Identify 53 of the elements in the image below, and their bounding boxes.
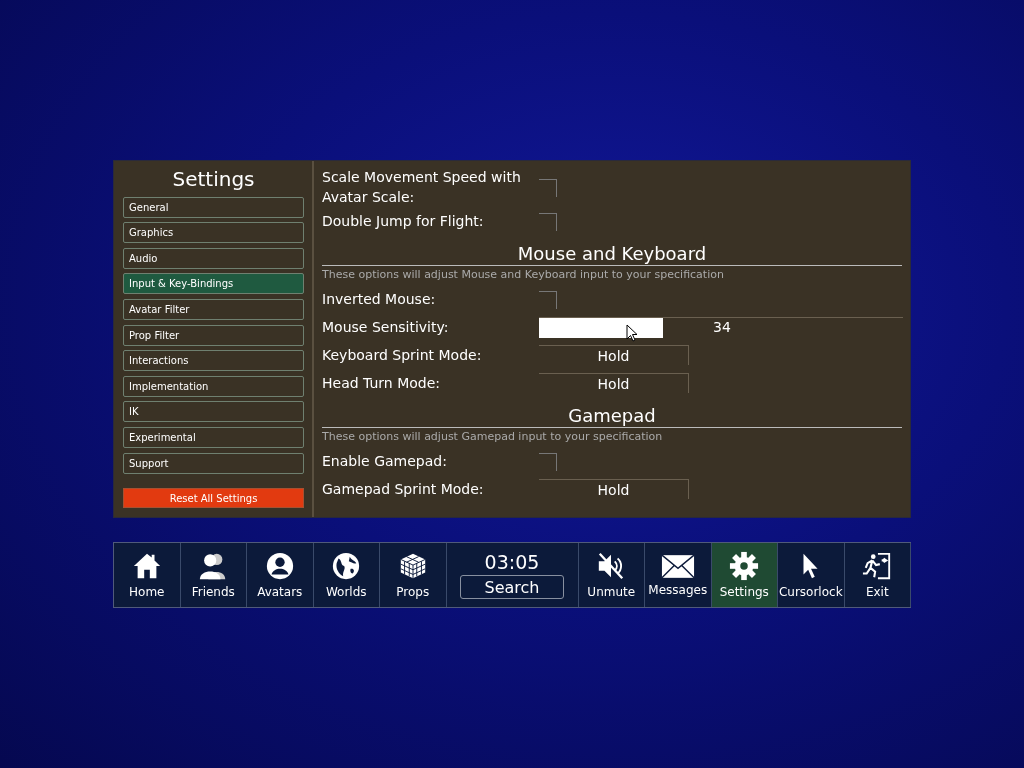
exit-icon <box>862 551 893 581</box>
setting-label: Gamepad Sprint Mode: <box>322 480 485 499</box>
sidebar-item[interactable]: Audio <box>123 247 304 269</box>
sidebar-item[interactable]: Graphics <box>123 222 304 244</box>
dock-button[interactable]: Exit <box>844 543 911 607</box>
sidebar-item[interactable]: Implementation <box>123 375 304 397</box>
section-description: These options will adjust Mouse and Keyboard input to your specification <box>322 268 725 281</box>
checkbox[interactable] <box>539 213 557 231</box>
sidebar-item[interactable]: IK <box>123 401 304 423</box>
dock-button[interactable]: Unmute <box>578 543 645 607</box>
mouse-pointer-icon <box>626 324 639 342</box>
sidebar-item[interactable]: General <box>123 196 304 218</box>
dock-button[interactable]: Settings <box>711 543 778 607</box>
sidebar-title: Settings <box>171 167 256 191</box>
dock-button[interactable]: Cursorlock <box>778 543 845 607</box>
setting-label: Head Turn Mode: <box>322 374 442 393</box>
setting-label: Scale Movement Speed with Avatar Scale: <box>322 168 522 207</box>
sidebar-item[interactable]: Avatar Filter <box>123 298 304 320</box>
dropdown[interactable]: Hold <box>539 479 689 499</box>
dock-button[interactable]: Home <box>114 543 181 607</box>
dock-button[interactable]: Worlds <box>313 543 380 607</box>
checkbox[interactable] <box>539 291 557 309</box>
sidebar-item[interactable]: Input & Key-Bindings <box>123 273 304 295</box>
sidebar-item[interactable]: Prop Filter <box>123 324 304 346</box>
setting-label: Mouse Sensitivity: <box>322 318 450 337</box>
user-icon <box>264 551 295 581</box>
dropdown[interactable]: Hold <box>539 373 689 393</box>
setting-label: Keyboard Sprint Mode: <box>322 346 483 365</box>
dock-button[interactable]: Messages <box>645 543 712 607</box>
dropdown[interactable]: Hold <box>539 345 689 365</box>
checkbox[interactable] <box>539 179 557 197</box>
sidebar-item[interactable]: Support <box>123 452 304 474</box>
clock: 03:05 <box>484 551 540 573</box>
envelope-icon <box>660 553 695 579</box>
globe-icon <box>331 551 362 581</box>
settings-icon <box>729 551 760 581</box>
sidebar-item[interactable]: Interactions <box>123 350 304 372</box>
section-heading: Gamepad <box>322 405 902 428</box>
house-icon <box>131 551 162 581</box>
search-button[interactable]: Search <box>460 575 564 599</box>
section-heading: Mouse and Keyboard <box>322 243 902 266</box>
section-description: These options will adjust Gamepad input to your specification <box>322 430 664 443</box>
checkbox[interactable] <box>539 453 557 471</box>
setting-label: Inverted Mouse: <box>322 290 437 309</box>
reset-button[interactable]: Reset All Settings <box>123 488 304 509</box>
dock-button[interactable]: Props <box>380 543 447 607</box>
dock-button[interactable]: Avatars <box>247 543 314 607</box>
slider-fill[interactable] <box>539 318 663 338</box>
setting-label: Enable Gamepad: <box>322 452 448 471</box>
dock-button[interactable]: Friends <box>180 543 247 607</box>
sidebar-item[interactable]: Experimental <box>123 426 304 448</box>
slider-value: 34 <box>713 319 731 335</box>
setting-label: Double Jump for Flight: <box>322 212 485 231</box>
